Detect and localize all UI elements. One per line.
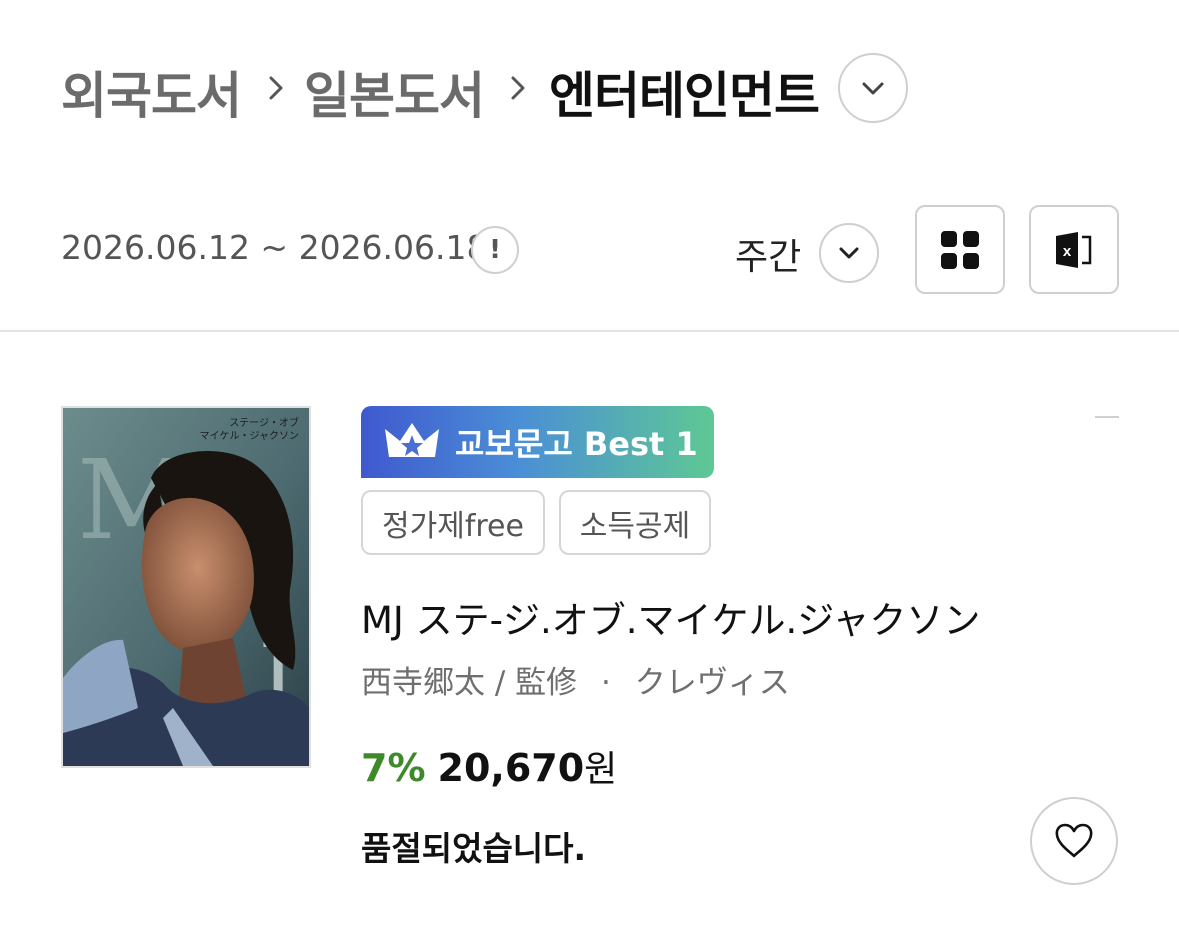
- tag-income-deduction: 소득공제: [559, 490, 711, 555]
- author[interactable]: 西寺郷太 / 監修: [361, 665, 577, 701]
- cover-caption-top: ステージ・オブ: [229, 416, 299, 429]
- book-cover[interactable]: M J ステージ・オブ マイケル・ジャクソン: [61, 406, 311, 768]
- grid-icon: [941, 230, 979, 269]
- wishlist-button[interactable]: [1030, 797, 1118, 885]
- breadcrumb-level2[interactable]: 일본도서: [304, 56, 485, 128]
- chevron-right-icon: [511, 76, 525, 100]
- chevron-right-icon: [269, 76, 283, 100]
- sold-out-status: 품절되었습니다.: [361, 829, 587, 868]
- chevron-down-icon: [839, 247, 859, 259]
- author-line: 西寺郷太 / 監修 · クレヴィス: [361, 657, 790, 702]
- heart-icon: [1055, 823, 1093, 858]
- crown-icon: [385, 423, 439, 457]
- chevron-down-icon: [862, 82, 884, 95]
- excel-icon: x: [1056, 231, 1092, 268]
- period-label[interactable]: 주간: [735, 228, 801, 280]
- category-dropdown-button[interactable]: [838, 53, 908, 123]
- discount-rate: 7%: [361, 746, 426, 790]
- currency-unit: 원: [584, 749, 618, 790]
- cover-image: M J ステージ・オブ マイケル・ジャクソン: [63, 408, 309, 766]
- grid-view-button[interactable]: [915, 205, 1005, 294]
- cover-caption-bottom: マイケル・ジャクソン: [200, 430, 300, 442]
- period-dropdown-button[interactable]: [819, 223, 879, 283]
- exclamation-icon: !: [489, 235, 501, 265]
- svg-text:x: x: [1063, 243, 1072, 260]
- tag-fixed-price-free: 정가제free: [361, 490, 545, 555]
- publisher[interactable]: クレヴィス: [635, 665, 790, 701]
- breadcrumb-current: 엔터테인먼트: [549, 67, 820, 125]
- author-separator: ·: [601, 665, 611, 701]
- best-badge: 교보문고 Best 1: [361, 406, 714, 478]
- info-button[interactable]: !: [471, 226, 519, 274]
- excel-download-button[interactable]: x: [1029, 205, 1119, 294]
- product-title[interactable]: MJ ステ-ジ.オブ.マイケル.ジャクソン: [361, 590, 980, 644]
- price-row: 7% 20,670원: [361, 740, 617, 792]
- breadcrumb-level1[interactable]: 외국도서: [61, 56, 242, 128]
- divider-mark: [1095, 416, 1119, 418]
- best-badge-label: 교보문고 Best 1: [455, 425, 698, 463]
- date-range: 2026.06.12 ~ 2026.06.18: [61, 228, 488, 267]
- sale-price: 20,670: [437, 746, 585, 790]
- divider: [0, 330, 1179, 332]
